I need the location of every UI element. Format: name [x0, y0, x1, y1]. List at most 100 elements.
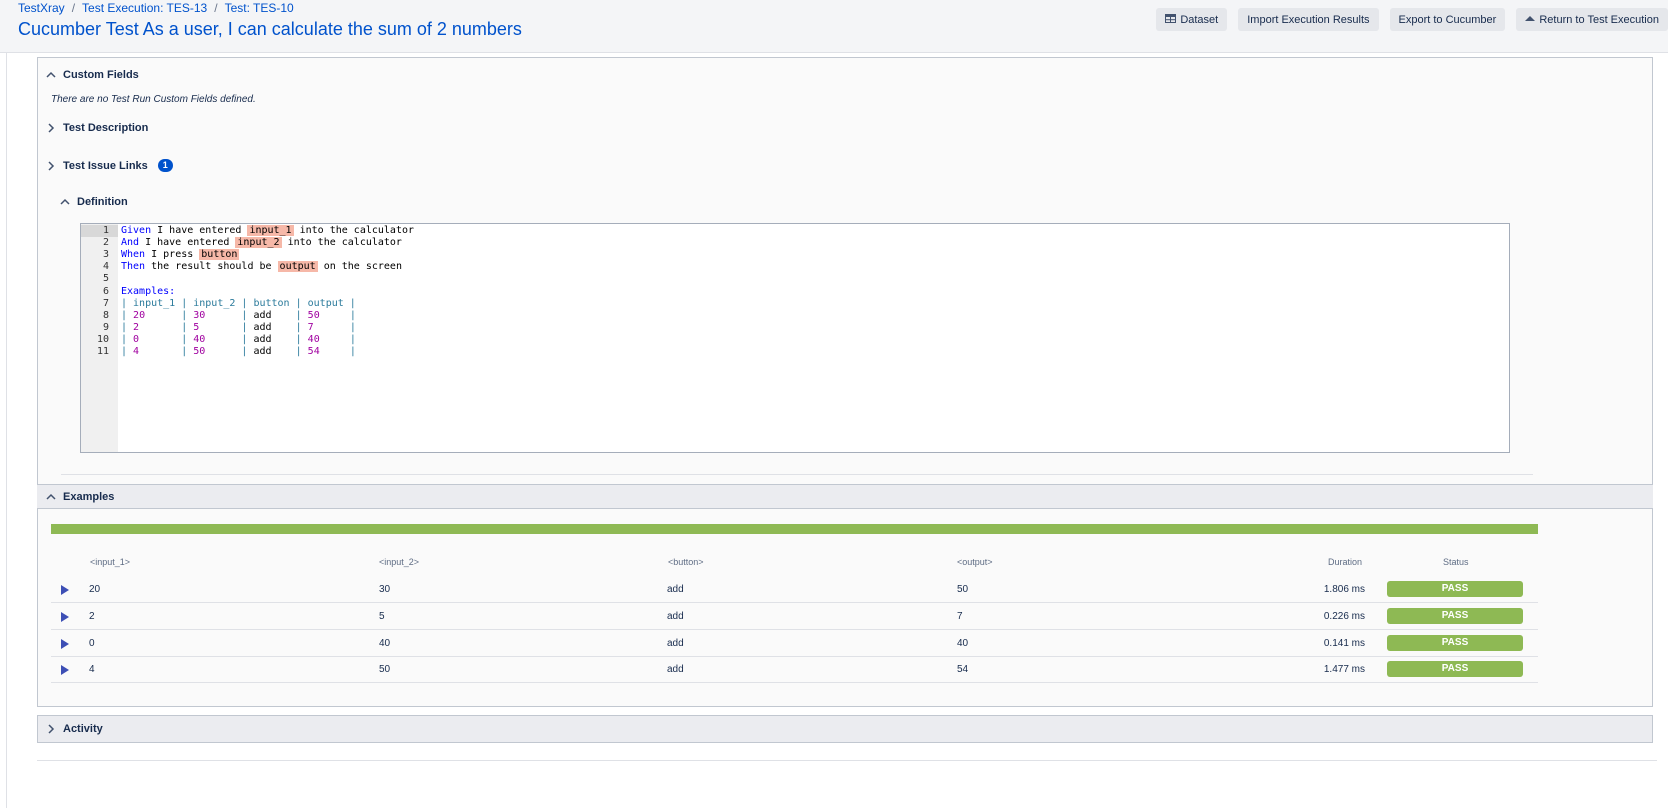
code-token: 30	[193, 309, 206, 321]
code-text: | 20 | 30 | add | 50 |	[121, 310, 356, 322]
code-token: |	[271, 333, 308, 345]
test-description-toggle[interactable]: Test Description	[46, 122, 148, 134]
definition-code-editor[interactable]: 1 Given I have entered input_1 into the c…	[80, 223, 1510, 453]
code-token: When	[121, 249, 146, 261]
code-token: |	[139, 333, 194, 345]
code-token: Examples:	[121, 285, 176, 297]
column-header-output: <output>	[957, 557, 993, 567]
example-row[interactable]: 0 40 add 40 0.141 ms PASS	[51, 630, 1538, 657]
code-token: add	[253, 333, 272, 345]
cell-button: add	[667, 584, 684, 595]
import-execution-results-button[interactable]: Import Execution Results	[1238, 8, 1379, 31]
line-number: 3	[102, 249, 109, 261]
examples-toggle[interactable]: Examples	[46, 491, 114, 503]
breadcrumb-test-link[interactable]: Test: TES-10	[225, 1, 294, 15]
custom-fields-empty-note: There are no Test Run Custom Fields defi…	[51, 94, 256, 105]
code-line: 10 | 0 | 40 | add | 40 |	[81, 334, 1509, 346]
example-row[interactable]: 4 50 add 54 1.477 ms PASS	[51, 656, 1538, 684]
line-number: 10	[96, 333, 109, 345]
status-badge: PASS	[1387, 634, 1523, 651]
activity-toggle[interactable]: Activity	[46, 723, 103, 735]
column-header-input-1: <input_1>	[90, 557, 131, 567]
cell-duration: 1.806 ms	[1323, 584, 1365, 595]
code-token: |	[145, 309, 194, 321]
example-row[interactable]: 2 5 add 7 0.226 ms PASS	[51, 603, 1538, 630]
example-row[interactable]: 20 30 add 50 1.806 ms PASS	[51, 576, 1538, 603]
code-token: |	[313, 321, 356, 333]
cell-output: 40	[957, 637, 969, 649]
code-text: Then the result should be output on the …	[121, 261, 402, 273]
dataset-button-label: Dataset	[1180, 13, 1219, 26]
line-number: 8	[102, 309, 109, 321]
code-line: 8 | 20 | 30 | add | 50 |	[81, 310, 1509, 322]
export-to-cucumber-button[interactable]: Export to Cucumber	[1389, 8, 1506, 31]
section-title: Examples	[63, 491, 115, 503]
return-to-test-execution-button[interactable]: Return to Test Execution	[1516, 8, 1668, 31]
breadcrumb: TestXray / Test Execution: TES-13 / Test: TE…	[18, 1, 294, 15]
breadcrumb-project-link[interactable]: TestXray	[18, 1, 65, 15]
section-title: Custom Fields	[63, 69, 139, 81]
code-token: on the screen	[317, 261, 402, 273]
code-line: 7 | input_1 | input_2 | button | output |	[81, 298, 1509, 310]
code-token: I press	[145, 249, 200, 261]
cell-input-1: 0	[89, 637, 95, 649]
code-text: | 4 | 50 | add | 54 |	[121, 346, 356, 358]
section-divider	[61, 474, 1533, 475]
code-token: |	[121, 321, 134, 333]
chevron-right-icon	[48, 123, 55, 133]
play-icon[interactable]	[61, 638, 69, 649]
code-token: add	[253, 346, 272, 357]
code-token: |	[205, 309, 254, 321]
code-token: |	[121, 346, 134, 357]
dataset-button[interactable]: Dataset	[1156, 8, 1228, 31]
examples-progress-bar	[51, 524, 1538, 534]
cell-input-1: 2	[89, 610, 95, 622]
line-number: 5	[102, 273, 109, 285]
code-token: |	[139, 321, 194, 333]
cell-button: add	[667, 637, 684, 649]
custom-fields-toggle[interactable]: Custom Fields	[46, 69, 139, 81]
cell-duration: 0.226 ms	[1323, 610, 1365, 622]
code-token: into the calculator	[281, 237, 402, 249]
breadcrumb-separator: /	[214, 1, 218, 15]
cell-duration: 1.477 ms	[1323, 664, 1365, 676]
status-badge: PASS	[1387, 581, 1523, 597]
cell-input-2: 40	[379, 637, 391, 649]
play-icon[interactable]	[61, 665, 69, 676]
parameter-placeholder: input_1	[247, 225, 294, 236]
return-button-label: Return to Test Execution	[1539, 13, 1659, 26]
status-badge: PASS	[1387, 607, 1523, 624]
code-line: 11 | 4 | 50 | add | 54 |	[81, 346, 1509, 358]
cell-input-2: 30	[379, 584, 391, 595]
test-issue-links-toggle[interactable]: Test Issue Links 1	[46, 159, 173, 172]
chevron-up-icon	[46, 71, 56, 78]
column-header-status: Status	[1443, 557, 1469, 567]
code-token: |	[205, 333, 254, 345]
chevron-up-icon	[60, 198, 70, 205]
code-line: 5	[81, 273, 1509, 285]
code-line: 1 Given I have entered input_1 into the c…	[81, 225, 1509, 237]
status-badge: PASS	[1387, 661, 1523, 678]
chevron-up-icon	[46, 493, 56, 500]
play-icon[interactable]	[61, 611, 69, 622]
breadcrumb-separator: /	[71, 1, 76, 15]
cell-output: 50	[957, 584, 969, 595]
play-icon[interactable]	[61, 585, 69, 595]
code-token: add	[253, 321, 272, 333]
cell-output: 7	[957, 610, 963, 622]
parameter-placeholder: button	[199, 249, 240, 261]
code-token: |	[121, 333, 134, 345]
line-number: 2	[102, 237, 109, 249]
breadcrumb-execution-link[interactable]: Test Execution: TES-13	[82, 1, 207, 15]
code-token: |	[139, 346, 194, 357]
cell-input-1: 4	[89, 664, 95, 676]
code-token: 50	[307, 309, 320, 321]
page-bottom-border	[37, 760, 1657, 761]
code-token: the result should be	[145, 261, 278, 273]
cell-output: 54	[957, 664, 969, 676]
code-token: |	[205, 346, 254, 357]
column-header-button: <button>	[668, 557, 704, 567]
definition-toggle[interactable]: Definition	[60, 196, 128, 208]
code-token: |	[271, 346, 308, 357]
code-text: | input_1 | input_2 | button | output |	[121, 298, 356, 310]
